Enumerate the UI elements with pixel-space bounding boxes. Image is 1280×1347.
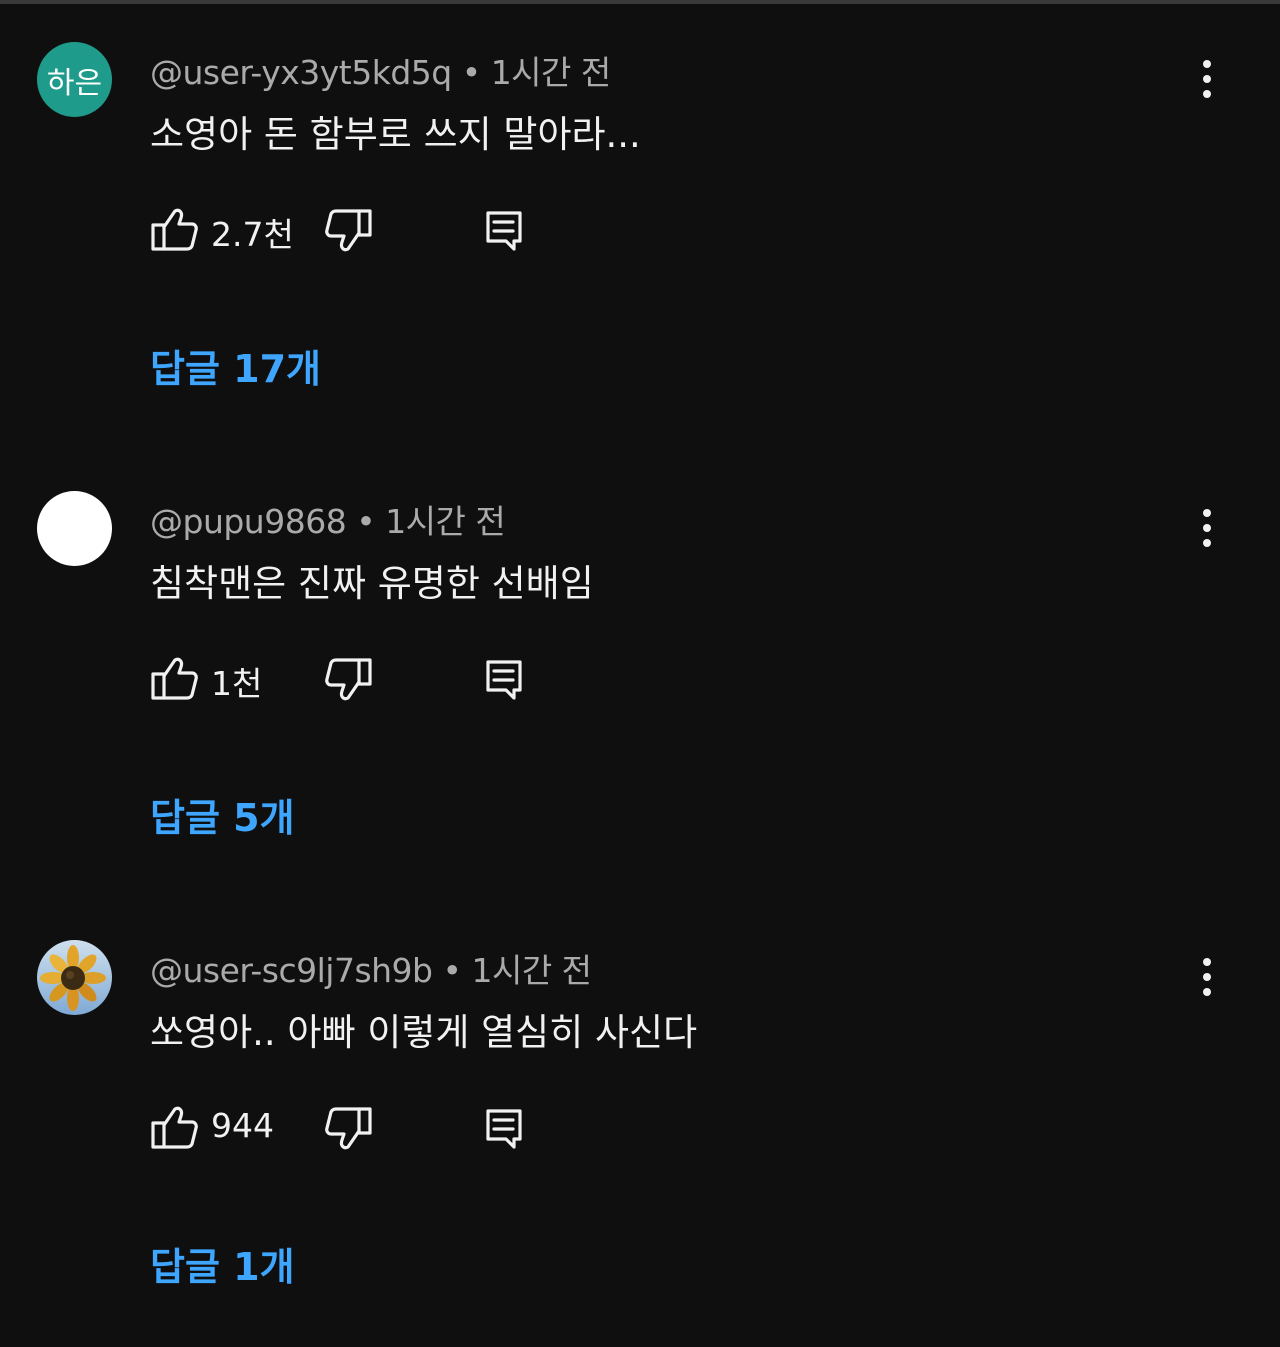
author-name[interactable]: @user-sc9lj7sh9b [150, 951, 433, 990]
like-count: 944 [211, 1106, 274, 1145]
comment-item: @pupu9868 • 1시간 전 침착맨은 진짜 유명한 선배임 1천 답글 5개 [0, 449, 1280, 898]
like-count: 2.7천 [211, 215, 294, 254]
like-button[interactable] [148, 205, 200, 255]
reply-comment-icon [486, 211, 522, 251]
comment-meta: @user-sc9lj7sh9b • 1시간 전 [150, 944, 592, 992]
avatar[interactable] [37, 940, 112, 1015]
like-count: 1천 [211, 664, 263, 703]
dislike-button[interactable] [324, 205, 374, 255]
like-button[interactable] [148, 654, 200, 704]
more-options-button[interactable] [1186, 954, 1228, 1000]
comment-text: 소영아 돈 함부로 쓰지 말아라... [150, 113, 641, 156]
comment-text: 쏘영아.. 아빠 이렇게 열심히 사신다 [150, 1011, 698, 1054]
avatar[interactable] [37, 491, 112, 566]
meta-separator: • [461, 53, 481, 92]
thumbs-down-icon [325, 209, 372, 252]
avatar-initials: 하은 [46, 65, 103, 101]
comment-meta: @user-yx3yt5kd5q • 1시간 전 [150, 46, 611, 94]
comment-text: 침착맨은 진짜 유명한 선배임 [150, 562, 594, 605]
author-name[interactable]: @pupu9868 [150, 502, 347, 541]
dislike-button[interactable] [324, 654, 374, 704]
more-vertical-icon [1203, 958, 1211, 996]
view-replies-link[interactable]: 답글 5개 [150, 787, 295, 842]
view-replies-link[interactable]: 답글 1개 [150, 1236, 295, 1291]
reply-comment-icon [486, 1109, 522, 1149]
reply-button[interactable] [482, 654, 526, 704]
comment-time: 1시간 전 [471, 951, 592, 990]
more-options-button[interactable] [1186, 56, 1228, 102]
thumbs-down-icon [325, 658, 372, 701]
view-replies-link[interactable]: 답글 17개 [150, 338, 321, 393]
thumbs-up-icon [151, 208, 198, 251]
comment-item: @user-sc9lj7sh9b • 1시간 전 쏘영아.. 아빠 이렇게 열심히 … [0, 898, 1280, 1347]
comment-time: 1시간 전 [490, 53, 612, 92]
reply-button[interactable] [482, 1103, 526, 1153]
dislike-button[interactable] [324, 1103, 374, 1153]
meta-separator: • [356, 502, 376, 541]
thumbs-up-icon [151, 657, 198, 700]
comment-meta: @pupu9868 • 1시간 전 [150, 495, 506, 543]
like-button[interactable] [148, 1103, 200, 1153]
meta-separator: • [442, 951, 462, 990]
more-options-button[interactable] [1186, 505, 1228, 551]
comment-item: 하은 @user-yx3yt5kd5q • 1시간 전 소영아 돈 함부로 쓰지 말… [0, 0, 1280, 449]
avatar[interactable]: 하은 [37, 42, 112, 117]
reply-comment-icon [486, 660, 522, 700]
author-name[interactable]: @user-yx3yt5kd5q [150, 53, 452, 92]
reply-button[interactable] [482, 205, 526, 255]
sunflower-avatar-image [37, 940, 112, 1015]
more-vertical-icon [1203, 60, 1211, 98]
more-vertical-icon [1203, 509, 1211, 547]
comment-time: 1시간 전 [385, 502, 506, 541]
thumbs-up-icon [151, 1106, 198, 1149]
thumbs-down-icon [325, 1107, 372, 1150]
